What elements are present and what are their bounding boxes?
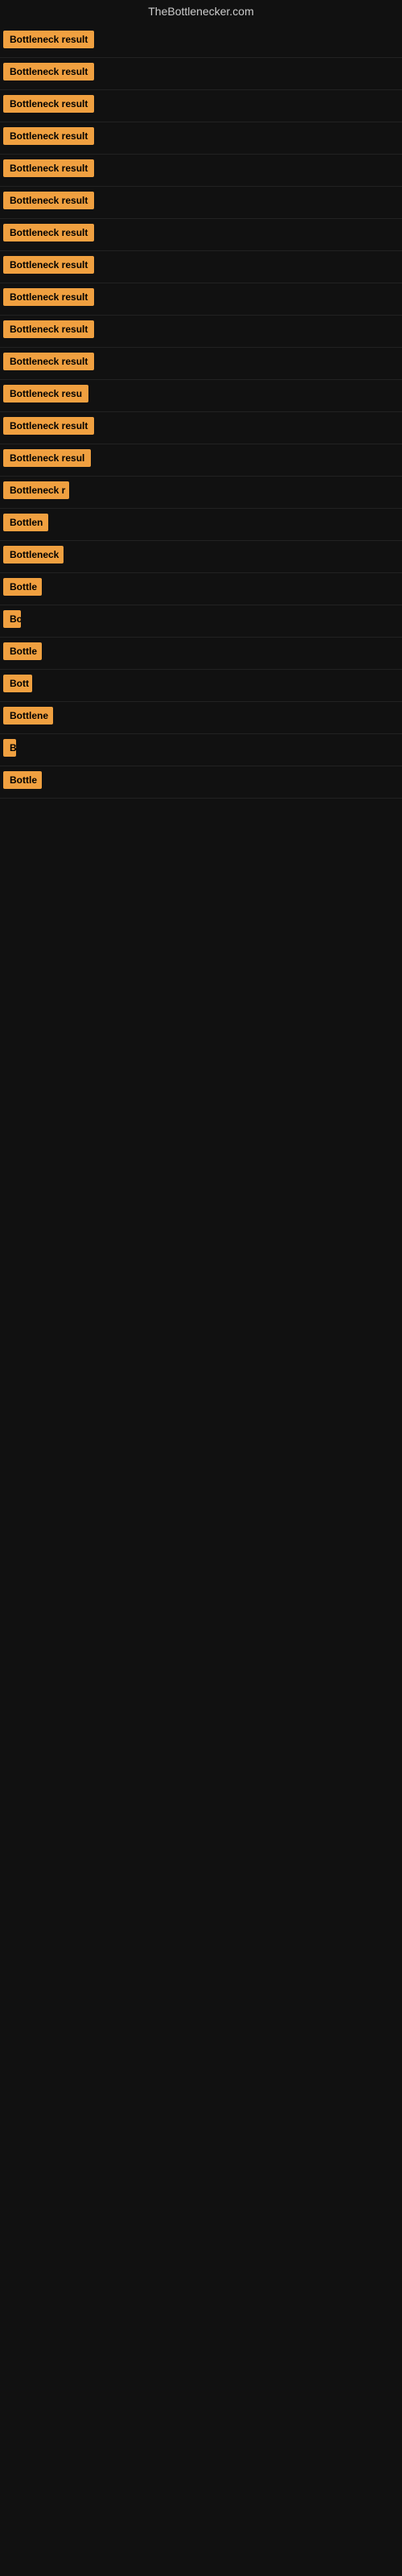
list-item: Bottleneck result [0, 348, 402, 380]
site-title: TheBottlenecker.com [0, 0, 402, 26]
bottleneck-result-badge[interactable]: Bottle [3, 642, 42, 660]
list-item: Bottleneck result [0, 251, 402, 283]
list-item: Bottleneck [0, 541, 402, 573]
list-item: Bottle [0, 638, 402, 670]
bottleneck-result-badge[interactable]: Bottleneck result [3, 159, 94, 177]
list-item: Bottleneck result [0, 187, 402, 219]
bottleneck-result-badge[interactable]: Bottleneck result [3, 320, 94, 338]
bottleneck-result-badge[interactable]: Bottleneck resul [3, 449, 91, 467]
bottleneck-result-badge[interactable]: Bottleneck result [3, 192, 94, 209]
list-item: Bottleneck result [0, 90, 402, 122]
bottleneck-result-badge[interactable]: Bottlen [3, 514, 48, 531]
bottleneck-result-badge[interactable]: Bottleneck resu [3, 385, 88, 402]
bottleneck-result-badge[interactable]: Bottleneck result [3, 288, 94, 306]
list-item: Bottleneck result [0, 412, 402, 444]
bottleneck-result-badge[interactable]: Bottleneck result [3, 353, 94, 370]
list-item: Bottleneck r [0, 477, 402, 509]
bottleneck-result-badge[interactable]: B [3, 739, 16, 757]
list-item: Bottleneck result [0, 58, 402, 90]
list-item: Bottleneck result [0, 122, 402, 155]
bottleneck-result-badge[interactable]: Bottleneck result [3, 63, 94, 80]
bottleneck-result-badge[interactable]: Bottleneck r [3, 481, 69, 499]
list-item: Bottle [0, 766, 402, 799]
bottleneck-result-badge[interactable]: Bottleneck result [3, 31, 94, 48]
bottleneck-result-badge[interactable]: Bo [3, 610, 21, 628]
list-item: Bott [0, 670, 402, 702]
bottleneck-result-badge[interactable]: Bottleneck [3, 546, 64, 564]
list-item: B [0, 734, 402, 766]
list-item: Bottleneck result [0, 283, 402, 316]
bottleneck-result-badge[interactable]: Bottleneck result [3, 127, 94, 145]
list-item: Bottle [0, 573, 402, 605]
list-item: Bottleneck result [0, 26, 402, 58]
list-item: Bottleneck resul [0, 444, 402, 477]
bottleneck-result-badge[interactable]: Bottlene [3, 707, 53, 724]
list-item: Bottleneck result [0, 316, 402, 348]
bottleneck-result-badge[interactable]: Bott [3, 675, 32, 692]
bottleneck-result-badge[interactable]: Bottleneck result [3, 256, 94, 274]
list-item: Bottlen [0, 509, 402, 541]
bottleneck-result-badge[interactable]: Bottleneck result [3, 95, 94, 113]
site-title-text: TheBottlenecker.com [148, 5, 254, 18]
bottleneck-result-badge[interactable]: Bottle [3, 771, 42, 789]
list-item: Bo [0, 605, 402, 638]
list-item: Bottleneck result [0, 219, 402, 251]
bottleneck-result-badge[interactable]: Bottle [3, 578, 42, 596]
list-item: Bottleneck result [0, 155, 402, 187]
bottleneck-result-badge[interactable]: Bottleneck result [3, 417, 94, 435]
bottleneck-result-badge[interactable]: Bottleneck result [3, 224, 94, 242]
list-item: Bottlene [0, 702, 402, 734]
list-item: Bottleneck resu [0, 380, 402, 412]
